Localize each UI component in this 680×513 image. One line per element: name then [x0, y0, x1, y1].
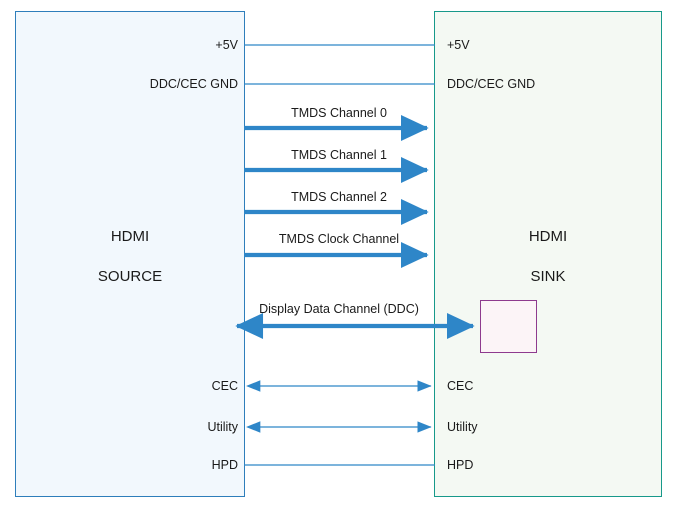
sink-title-line-2: SINK	[530, 268, 566, 285]
caption-tmds-channel-2: TMDS Channel 2	[291, 190, 387, 204]
source-port-label-hpd: HPD	[211, 458, 238, 472]
source-title-line-1: HDMI	[110, 228, 150, 245]
sink-title-line-1: HDMI	[528, 228, 568, 245]
sink-port-label-hpd: HPD	[447, 458, 474, 472]
sink-port-label-utility: Utility	[447, 420, 478, 434]
source-port-label-utility: Utility	[207, 420, 238, 434]
caption-display-data-channel: Display Data Channel (DDC)	[259, 302, 419, 316]
caption-tmds-channel-0: TMDS Channel 0	[291, 106, 387, 120]
sink-port-label-ddc-cec-gnd: DDC/CEC GND	[447, 77, 536, 91]
caption-tmds-channel-1: TMDS Channel 1	[291, 148, 387, 162]
caption-tmds-clock-channel: TMDS Clock Channel	[278, 232, 400, 246]
sink-port-label-5v: +5V	[447, 38, 470, 52]
edid-rom-box: EDID ROM	[480, 300, 537, 353]
source-port-label-cec: CEC	[211, 379, 238, 393]
source-port-label-5v: +5V	[215, 38, 238, 52]
hdmi-block-diagram: EDID ROM HDMI SOURCE HDMI SINK +5V DDC/C…	[0, 0, 680, 513]
source-port-label-ddc-cec-gnd: DDC/CEC GND	[149, 77, 238, 91]
source-title-line-2: SOURCE	[97, 268, 163, 285]
sink-port-label-cec: CEC	[447, 379, 474, 393]
